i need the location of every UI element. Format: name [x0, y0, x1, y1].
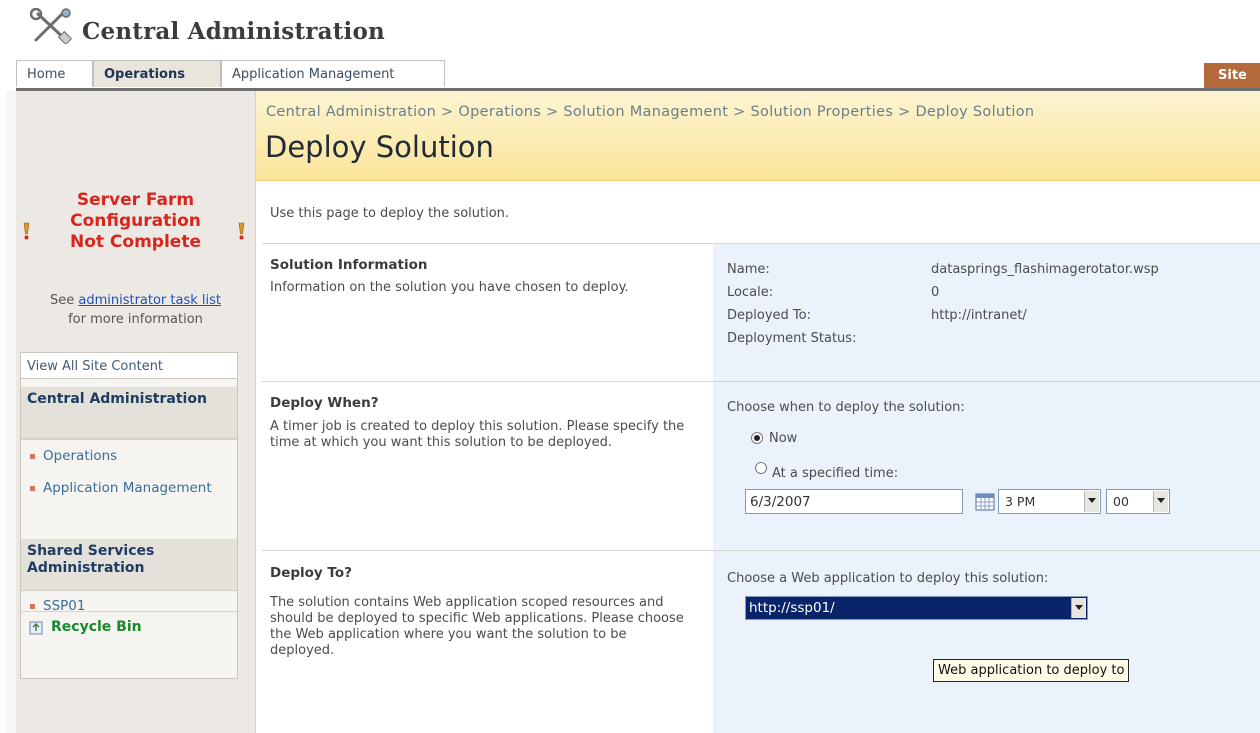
field-value-deployed-to: http://intranet/: [931, 308, 1027, 323]
hour-select[interactable]: 3 PM: [998, 489, 1101, 514]
divider: [262, 381, 1260, 382]
warning-line-1: Server Farm: [76, 190, 195, 210]
chevron-down-icon[interactable]: [1153, 491, 1168, 512]
recycle-bin-icon: [29, 621, 43, 635]
warning-subtext: See administrator task list for more inf…: [16, 291, 255, 329]
hour-value: 3 PM: [1005, 494, 1036, 509]
field-label-deployment-status: Deployment Status:: [727, 331, 857, 346]
chevron-down-icon[interactable]: [1084, 491, 1099, 512]
section-desc-solution-information: Information on the solution you have cho…: [270, 280, 629, 295]
view-all-site-content-link[interactable]: View All Site Content: [21, 353, 237, 379]
radio-specified-time-label[interactable]: At a specified time:: [772, 466, 898, 481]
administrator-task-list-link[interactable]: administrator task list: [78, 293, 221, 308]
minute-select[interactable]: 00: [1106, 489, 1170, 514]
recycle-bin-label: Recycle Bin: [51, 619, 142, 635]
section-title-deploy-to: Deploy To?: [270, 565, 352, 581]
tab-application-management[interactable]: Application Management: [221, 60, 445, 87]
deploy-when-prompt: Choose when to deploy the solution:: [727, 400, 965, 415]
warning-line-2: Configuration: [70, 211, 201, 231]
warning-line-3: Not Complete: [69, 232, 201, 252]
warning-icon: [23, 222, 30, 240]
chevron-down-icon[interactable]: [1071, 598, 1086, 618]
divider: [262, 243, 1260, 244]
section-desc-deploy-to: The solution contains Web application sc…: [270, 595, 684, 658]
tab-bar: Home Operations Application Management: [16, 60, 1260, 91]
warning-icon: [238, 222, 245, 240]
page-title: Deploy Solution: [265, 130, 494, 164]
section-title-solution-information: Solution Information: [270, 257, 428, 273]
page-description: Use this page to deploy the solution.: [270, 206, 510, 221]
minute-value: 00: [1113, 494, 1129, 509]
radio-now[interactable]: [751, 432, 763, 444]
field-label-locale: Locale:: [727, 285, 774, 300]
quick-launch: View All Site Content Central Administra…: [20, 352, 238, 679]
web-application-select[interactable]: http://ssp01/: [745, 596, 1088, 620]
breadcrumb[interactable]: Central Administration > Operations > So…: [266, 104, 1034, 120]
radio-now-label[interactable]: Now: [769, 431, 797, 446]
section-title-deploy-when: Deploy When?: [270, 395, 379, 411]
nav-item-operations[interactable]: Operations: [21, 447, 237, 466]
tab-home[interactable]: Home: [16, 60, 93, 87]
divider: [262, 550, 1260, 551]
deploy-to-prompt: Choose a Web application to deploy this …: [727, 571, 1049, 586]
see-text: See: [49, 293, 75, 308]
recycle-bin-link[interactable]: Recycle Bin: [21, 613, 237, 643]
deploy-date-input[interactable]: [745, 489, 963, 514]
tooltip: Web application to deploy to: [933, 659, 1130, 682]
section-shared-services-administration[interactable]: Shared Services Administration: [21, 539, 237, 591]
divider: [21, 611, 237, 612]
field-label-name: Name:: [727, 262, 770, 277]
site-actions-button[interactable]: Site A: [1204, 63, 1260, 108]
nav-item-application-management[interactable]: Application Management: [21, 479, 237, 519]
section-central-administration[interactable]: Central Administration: [21, 387, 237, 439]
field-value-name: datasprings_flashimagerotator.wsp: [931, 262, 1159, 277]
farm-config-warning: Server Farm Configuration Not Complete: [16, 190, 255, 253]
calendar-icon[interactable]: [975, 493, 995, 511]
web-application-value: http://ssp01/: [749, 600, 835, 616]
section-desc-deploy-when: A timer job is created to deploy this so…: [270, 419, 685, 450]
divider: [21, 439, 237, 440]
more-info-text: for more information: [68, 312, 203, 327]
app-title: Central Administration: [82, 18, 385, 45]
tab-operations[interactable]: Operations: [93, 60, 221, 87]
radio-specified-time[interactable]: [755, 462, 767, 474]
field-value-locale: 0: [931, 285, 940, 300]
tools-icon: [30, 8, 73, 44]
field-label-deployed-to: Deployed To:: [727, 308, 811, 323]
